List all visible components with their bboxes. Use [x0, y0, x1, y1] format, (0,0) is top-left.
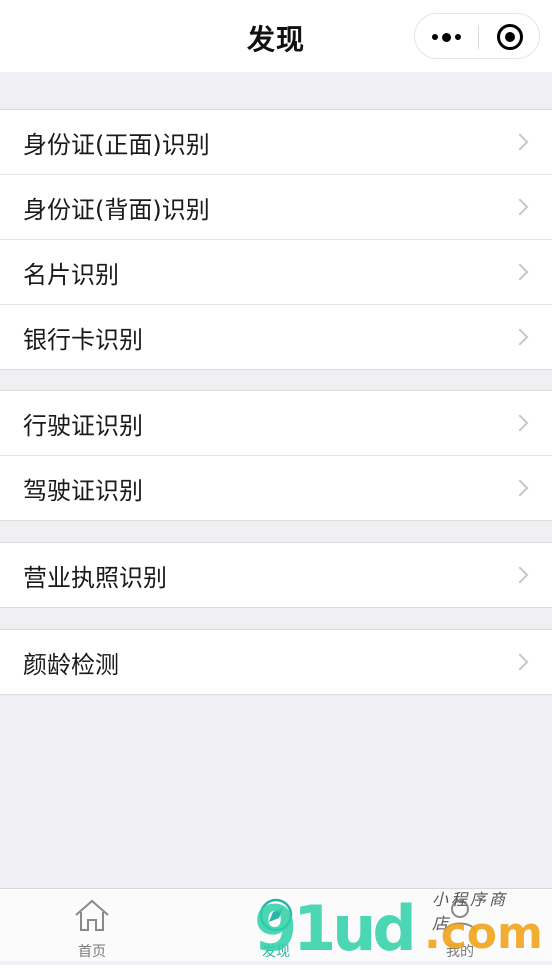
profile-icon	[444, 900, 476, 932]
chevron-right-icon	[511, 133, 529, 151]
menu-item-label: 营业执照识别	[23, 563, 167, 592]
chevron-right-icon	[511, 198, 529, 216]
menu-item-label: 身份证(正面)识别	[23, 130, 210, 159]
menu-item-label: 驾驶证识别	[23, 476, 143, 505]
menu-item-label: 身份证(背面)识别	[23, 195, 210, 224]
menu-item-business-license[interactable]: 营业执照识别	[0, 543, 552, 607]
tab-label: 首页	[78, 944, 106, 960]
mini-program-capsule	[414, 13, 540, 59]
tab-home[interactable]: 首页	[0, 889, 184, 961]
menu-group-id-cards: 身份证(正面)识别 身份证(背面)识别 名片识别 银行卡识别	[0, 109, 552, 370]
chevron-right-icon	[511, 263, 529, 281]
menu-item-business-card[interactable]: 名片识别	[0, 240, 552, 305]
close-capsule-icon[interactable]	[497, 24, 523, 50]
discover-icon	[259, 898, 293, 932]
tab-discover[interactable]: 发现	[184, 889, 368, 961]
menu-item-label: 银行卡识别	[23, 325, 143, 354]
menu-item-driver-license[interactable]: 驾驶证识别	[0, 456, 552, 520]
menu-item-id-back[interactable]: 身份证(背面)识别	[0, 175, 552, 240]
home-icon	[75, 899, 109, 931]
chevron-right-icon	[511, 328, 529, 346]
tab-bar: 首页 发现 我的	[0, 888, 552, 961]
navigation-bar: 发现	[0, 0, 552, 72]
menu-group-business: 营业执照识别	[0, 542, 552, 608]
chevron-right-icon	[511, 653, 529, 671]
menu-item-label: 名片识别	[23, 260, 119, 289]
chevron-right-icon	[511, 479, 529, 497]
menu-item-label: 颜龄检测	[23, 650, 119, 679]
chevron-right-icon	[511, 566, 529, 584]
menu-item-age-detection[interactable]: 颜龄检测	[0, 630, 552, 694]
menu-group-age: 颜龄检测	[0, 629, 552, 695]
tab-label: 我的	[446, 944, 474, 960]
menu-group-vehicle: 行驶证识别 驾驶证识别	[0, 390, 552, 521]
menu-item-bank-card[interactable]: 银行卡识别	[0, 305, 552, 369]
tab-profile[interactable]: 我的	[368, 889, 552, 961]
menu-item-vehicle-license[interactable]: 行驶证识别	[0, 391, 552, 456]
capsule-divider	[478, 25, 479, 49]
chevron-right-icon	[511, 414, 529, 432]
tab-label: 发现	[262, 944, 290, 960]
menu-item-id-front[interactable]: 身份证(正面)识别	[0, 110, 552, 175]
more-dots-icon[interactable]	[415, 14, 478, 60]
menu-item-label: 行驶证识别	[23, 411, 143, 440]
